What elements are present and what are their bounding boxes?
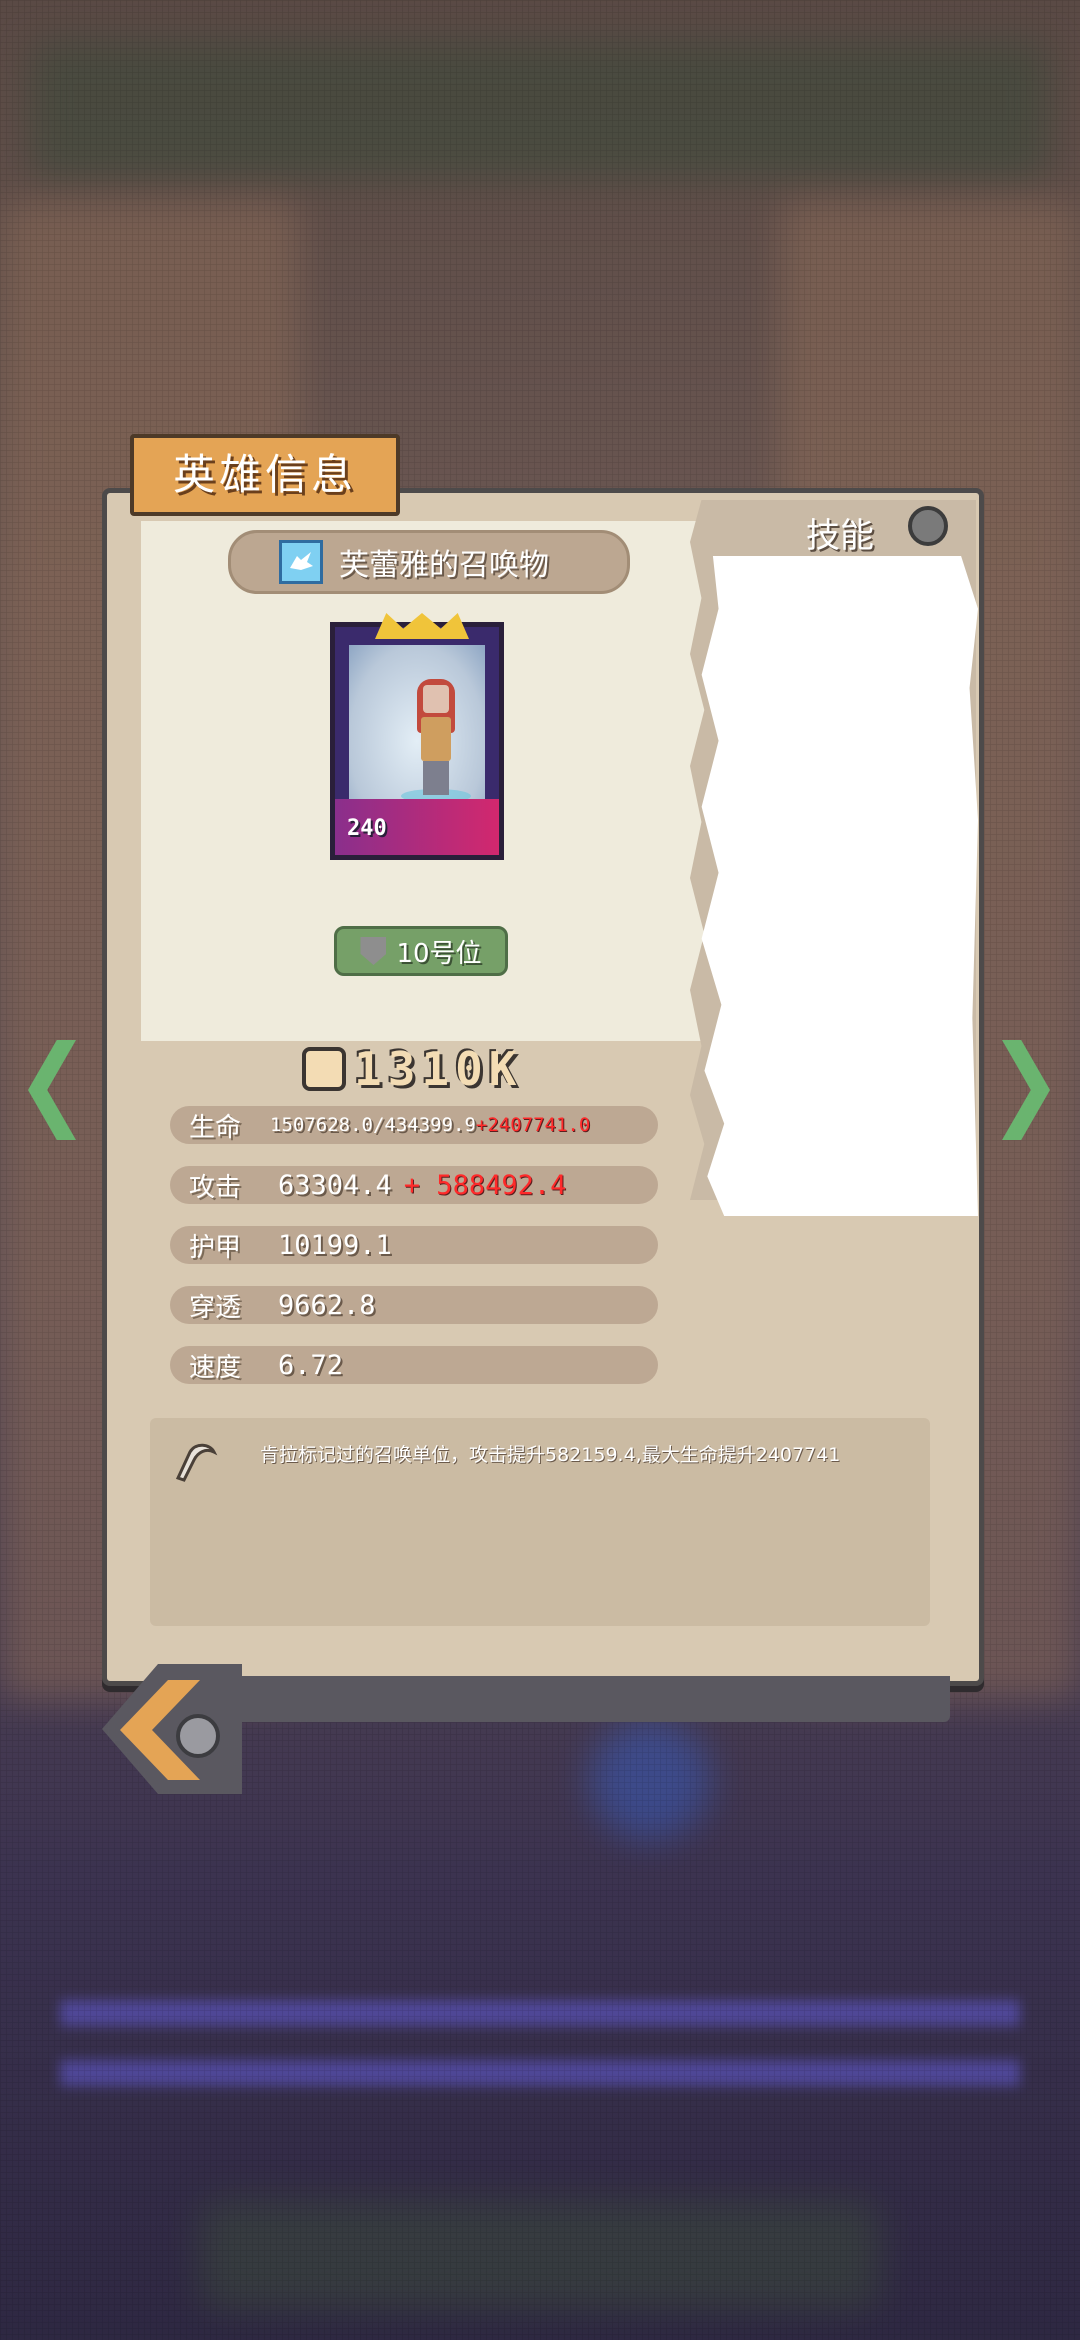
stat-row-speed: 速度 6.72: [170, 1346, 658, 1384]
crown-icon: [375, 613, 469, 639]
fist-icon: [302, 1047, 346, 1091]
skill-paper-content: [701, 556, 978, 1216]
slot-label: 10号位: [396, 938, 482, 969]
hero-sprite: [401, 679, 471, 805]
panel-title: 英雄信息: [130, 434, 400, 516]
stat-label: 护甲: [188, 1232, 241, 1263]
stat-label: 攻击: [188, 1172, 241, 1203]
slot-badge: 10号位: [334, 926, 508, 976]
power-display: 1310K: [302, 1042, 523, 1096]
wolf-class-icon: [279, 540, 323, 584]
stat-base: 6.72: [278, 1349, 344, 1381]
hero-level: 240: [347, 816, 387, 841]
stat-base: 1507628.0/434399.9: [270, 1114, 476, 1136]
skill-tab-label[interactable]: 技能: [806, 508, 874, 557]
stat-row-penetration: 穿透 9662.8: [170, 1286, 658, 1324]
stat-base: 63304.4: [278, 1169, 392, 1201]
stat-row-hp: 生命 1507628.0/434399.9 +2407741.0: [170, 1106, 658, 1144]
bolt-icon: [908, 506, 948, 546]
skill-description: 肯拉标记过的召唤单位，攻击提升582159.4,最大生命提升2407741: [260, 1444, 841, 1466]
stat-row-attack: 攻击 63304.4 + 588492.4: [170, 1166, 658, 1204]
stat-bonus: + 588492.4: [403, 1169, 567, 1201]
hero-card[interactable]: 240: [330, 613, 504, 860]
stat-row-armor: 护甲 10199.1: [170, 1226, 658, 1264]
panel-bottom-bar: [230, 1676, 950, 1722]
bolt-icon: [176, 1714, 220, 1758]
hero-portrait: [349, 645, 485, 805]
hero-name: 芙蕾雅的召唤物: [339, 548, 549, 583]
stat-bonus: +2407741.0: [475, 1114, 591, 1136]
stat-base: 9662.8: [278, 1289, 376, 1321]
skill-description-box: 肯拉标记过的召唤单位，攻击提升582159.4,最大生命提升2407741: [150, 1418, 930, 1626]
stat-label: 穿透: [188, 1292, 241, 1323]
stat-label: 生命: [188, 1112, 241, 1143]
stat-base: 10199.1: [278, 1229, 392, 1261]
stat-label: 速度: [188, 1352, 241, 1383]
shield-icon: [360, 937, 387, 965]
scythe-icon: [170, 1438, 218, 1486]
hero-name-plate: 芙蕾雅的召唤物: [228, 530, 630, 594]
power-value: 1310K: [354, 1042, 523, 1096]
